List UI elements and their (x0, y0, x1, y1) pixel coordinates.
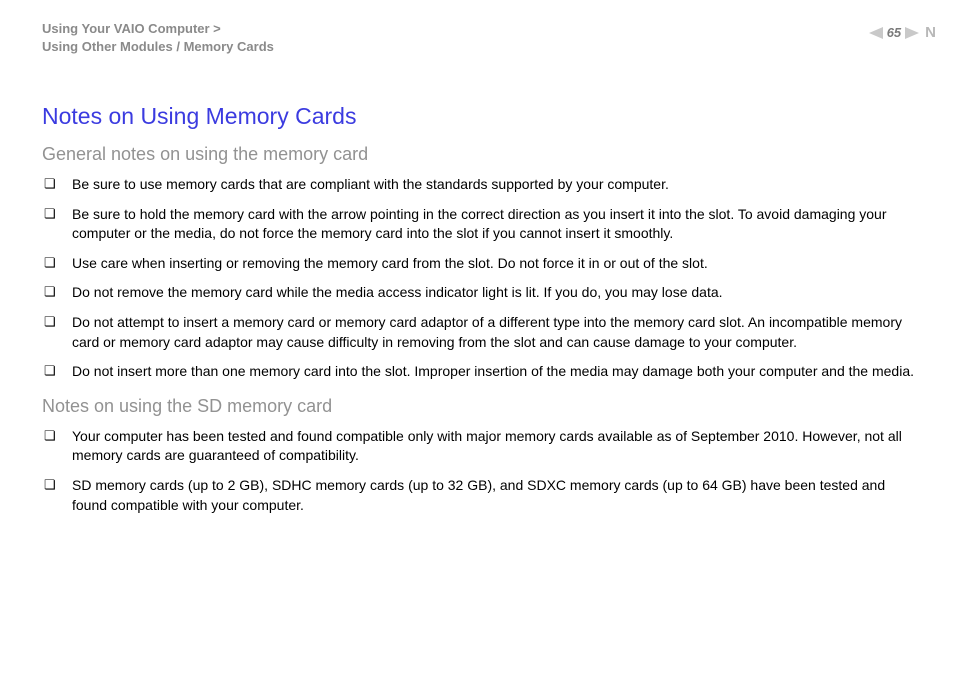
breadcrumb-line1: Using Your VAIO Computer > (42, 20, 918, 38)
page-number: 65 (887, 25, 901, 40)
list-item: Be sure to use memory cards that are com… (42, 175, 918, 195)
list-item: Be sure to hold the memory card with the… (42, 205, 918, 244)
next-page-arrow-icon[interactable] (905, 27, 919, 39)
section-heading-general: General notes on using the memory card (42, 144, 918, 165)
list-item: Do not attempt to insert a memory card o… (42, 313, 918, 352)
breadcrumb: Using Your VAIO Computer > Using Other M… (42, 20, 918, 55)
breadcrumb-line2: Using Other Modules / Memory Cards (42, 38, 918, 56)
list-item: Do not insert more than one memory card … (42, 362, 918, 382)
list-item: Do not remove the memory card while the … (42, 283, 918, 303)
section-heading-sd: Notes on using the SD memory card (42, 396, 918, 417)
notes-list-general: Be sure to use memory cards that are com… (42, 175, 918, 382)
page-number-block: 65 N (869, 24, 936, 41)
notes-list-sd: Your computer has been tested and found … (42, 427, 918, 515)
page-indicator-suffix: N (925, 24, 936, 41)
content-area: Notes on Using Memory Cards General note… (42, 103, 918, 515)
list-item: SD memory cards (up to 2 GB), SDHC memor… (42, 476, 918, 515)
document-page: Using Your VAIO Computer > Using Other M… (0, 0, 954, 674)
list-item: Your computer has been tested and found … (42, 427, 918, 466)
list-item: Use care when inserting or removing the … (42, 254, 918, 274)
prev-page-arrow-icon[interactable] (869, 27, 883, 39)
page-title: Notes on Using Memory Cards (42, 103, 918, 130)
